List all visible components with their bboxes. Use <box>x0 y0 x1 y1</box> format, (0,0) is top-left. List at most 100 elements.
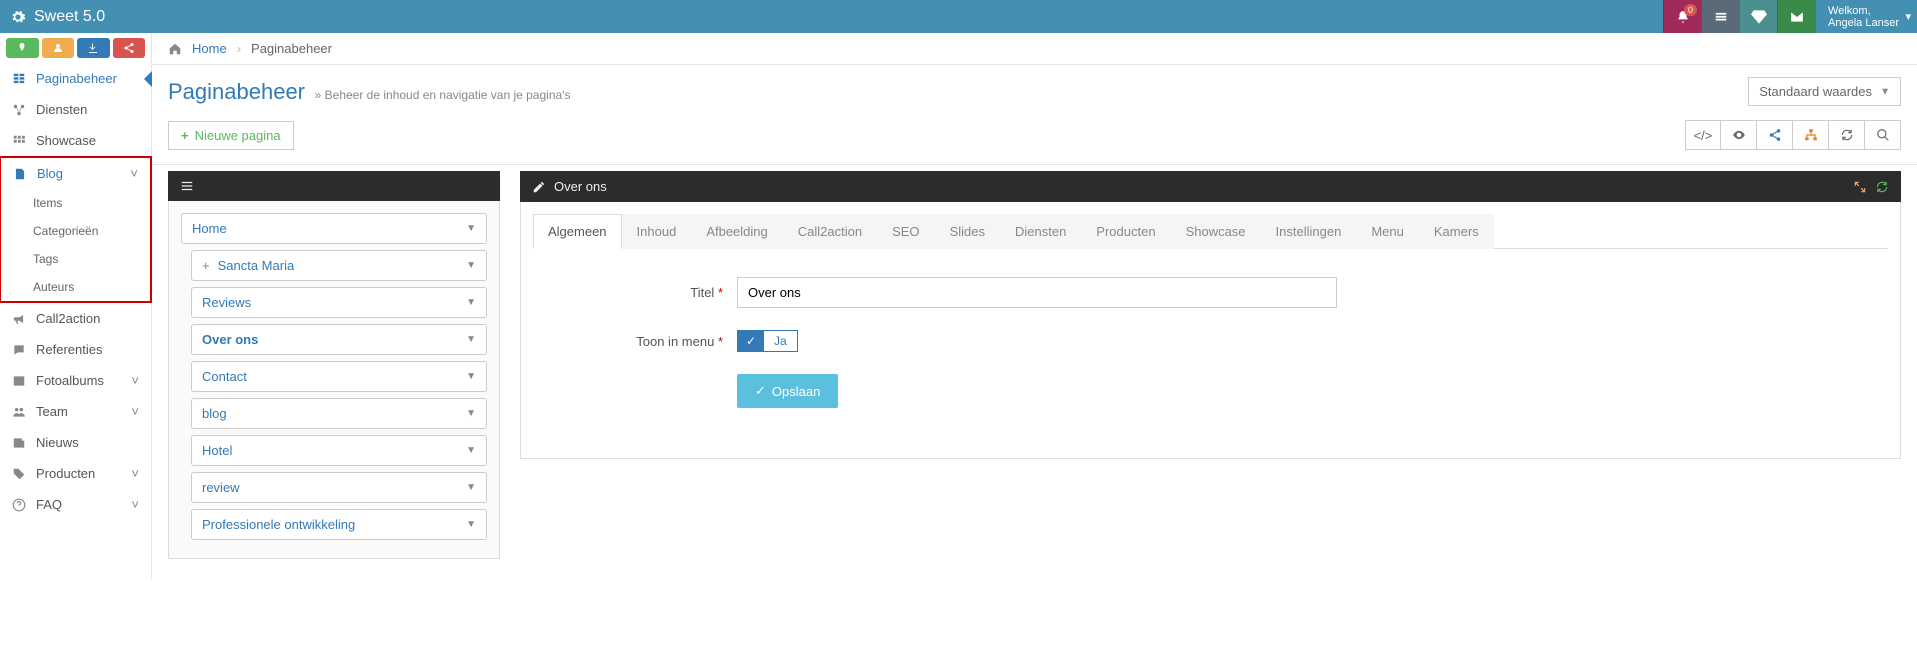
sidebar-item-blog[interactable]: Blog ˅ <box>1 158 150 189</box>
code-button[interactable]: </> <box>1685 120 1721 150</box>
list-icon <box>1714 10 1728 24</box>
menu-icon[interactable] <box>180 179 194 193</box>
tab-instellingen[interactable]: Instellingen <box>1261 214 1357 249</box>
sidebar-item-producten[interactable]: Producten ˅ <box>0 458 151 489</box>
tab-label: Inhoud <box>637 224 677 239</box>
refresh-button[interactable] <box>1829 120 1865 150</box>
save-label: Opslaan <box>772 384 820 399</box>
caret-down-icon: ▾ <box>1905 11 1911 23</box>
tab-producten[interactable]: Producten <box>1081 214 1170 249</box>
tab-algemeen[interactable]: Algemeen <box>533 214 622 249</box>
tree-item[interactable]: Reviews▼ <box>191 287 487 318</box>
blog-sub-categories[interactable]: Categorieën <box>1 217 150 245</box>
tab-inhoud[interactable]: Inhoud <box>622 214 692 249</box>
diamond-icon <box>1751 10 1767 24</box>
tree-item-selected[interactable]: Over ons▼ <box>191 324 487 355</box>
form-row-actions: ✓ Opslaan <box>557 374 1864 408</box>
search-button[interactable] <box>1865 120 1901 150</box>
top-right: 0 Welkom, Angela Lanser ▾ <box>1663 0 1917 33</box>
notifications-button[interactable]: 0 <box>1663 0 1701 33</box>
quick-download-button[interactable] <box>77 38 110 58</box>
sidebar-item-nieuws[interactable]: Nieuws <box>0 427 151 458</box>
help-icon <box>12 498 32 512</box>
chat-icon <box>12 343 32 357</box>
sidebar-item-paginabeheer[interactable]: Paginabeheer <box>0 63 151 94</box>
mail-button[interactable] <box>1777 0 1815 33</box>
share-button[interactable] <box>1757 120 1793 150</box>
tab-menu[interactable]: Menu <box>1356 214 1419 249</box>
tab-afbeelding[interactable]: Afbeelding <box>691 214 782 249</box>
tree-label: review <box>202 480 240 495</box>
quick-share-button[interactable] <box>113 38 146 58</box>
blog-sub-tags[interactable]: Tags <box>1 245 150 273</box>
tab-seo[interactable]: SEO <box>877 214 934 249</box>
standard-values-select[interactable]: Standaard waardes ▼ <box>1748 77 1901 106</box>
save-button[interactable]: ✓ Opslaan <box>737 374 838 408</box>
edit-body: Algemeen Inhoud Afbeelding Call2action S… <box>520 202 1901 459</box>
caret-down-icon: ▼ <box>466 223 476 234</box>
tab-showcase[interactable]: Showcase <box>1171 214 1261 249</box>
toolbar-buttons: </> <box>1685 120 1901 150</box>
label-text: Titel <box>690 285 714 300</box>
breadcrumb-home[interactable]: Home <box>192 41 227 56</box>
refresh-icon[interactable] <box>1875 180 1889 194</box>
expand-icon[interactable] <box>1853 180 1867 194</box>
sidebar-item-call2action[interactable]: Call2action <box>0 303 151 334</box>
home-icon <box>168 42 182 56</box>
sidebar-item-faq[interactable]: FAQ ˅ <box>0 489 151 520</box>
required-marker: * <box>718 334 723 349</box>
new-page-button[interactable]: + Nieuwe pagina <box>168 121 294 150</box>
sidebar-item-label: Call2action <box>36 311 100 326</box>
tab-diensten[interactable]: Diensten <box>1000 214 1081 249</box>
blog-sub-auteurs[interactable]: Auteurs <box>1 273 150 301</box>
sidebar-item-showcase[interactable]: Showcase <box>0 125 151 156</box>
sitemap-button[interactable] <box>1793 120 1829 150</box>
tag-icon <box>12 467 32 481</box>
quick-user-button[interactable] <box>42 38 75 58</box>
tab-label: Algemeen <box>548 224 607 239</box>
tree-item[interactable]: Home▼ <box>181 213 487 244</box>
tab-slides[interactable]: Slides <box>935 214 1000 249</box>
tree-item[interactable]: Professionele ontwikkeling▼ <box>191 509 487 540</box>
form-row-title: Titel * <box>557 277 1864 308</box>
sidebar-item-referenties[interactable]: Referenties <box>0 334 151 365</box>
tab-label: Kamers <box>1434 224 1479 239</box>
blog-sub-items[interactable]: Items <box>1 189 150 217</box>
quickbar <box>0 33 151 63</box>
sidebar-item-team[interactable]: Team ˅ <box>0 396 151 427</box>
tab-kamers[interactable]: Kamers <box>1419 214 1494 249</box>
tab-call2action[interactable]: Call2action <box>783 214 877 249</box>
tree-item[interactable]: blog▼ <box>191 398 487 429</box>
sidebar-item-label: Fotoalbums <box>36 373 104 388</box>
news-icon <box>12 436 32 450</box>
code-icon: </> <box>1694 128 1713 143</box>
brand-text: Sweet 5.0 <box>34 8 105 26</box>
caret-down-icon: ▼ <box>466 334 476 345</box>
tree-item[interactable]: Hotel▼ <box>191 435 487 466</box>
sidebar-item-fotoalbums[interactable]: Fotoalbums ˅ <box>0 365 151 396</box>
user-name: Angela Lanser <box>1828 17 1899 29</box>
caret-down-icon: ▼ <box>466 260 476 271</box>
sidebar: Paginabeheer Diensten Showcase Blog ˅ It… <box>0 33 152 579</box>
label-text: Toon in menu <box>636 334 714 349</box>
breadcrumb-separator: › <box>237 41 241 56</box>
sidebar-item-diensten[interactable]: Diensten <box>0 94 151 125</box>
tree-item[interactable]: +Sancta Maria▼ <box>191 250 487 281</box>
tree-body: Home▼ +Sancta Maria▼ Reviews▼ Over ons▼ … <box>168 201 500 559</box>
tree-item[interactable]: review▼ <box>191 472 487 503</box>
menu-toggle[interactable]: ✓ Ja <box>737 330 798 352</box>
sidebar-blog-group: Blog ˅ Items Categorieën Tags Auteurs <box>0 156 152 303</box>
tabs: Algemeen Inhoud Afbeelding Call2action S… <box>533 214 1888 249</box>
team-icon <box>12 405 32 419</box>
sidebar-item-label: Paginabeheer <box>36 71 117 86</box>
refresh-icon <box>1840 128 1854 142</box>
quick-pin-button[interactable] <box>6 38 39 58</box>
diamond-button[interactable] <box>1739 0 1777 33</box>
user-menu[interactable]: Welkom, Angela Lanser ▾ <box>1815 0 1917 33</box>
tree-label: Reviews <box>202 295 251 310</box>
title-input[interactable] <box>737 277 1337 308</box>
envelope-icon <box>1790 10 1804 24</box>
tree-item[interactable]: Contact▼ <box>191 361 487 392</box>
preview-button[interactable] <box>1721 120 1757 150</box>
inbox-button[interactable] <box>1701 0 1739 33</box>
